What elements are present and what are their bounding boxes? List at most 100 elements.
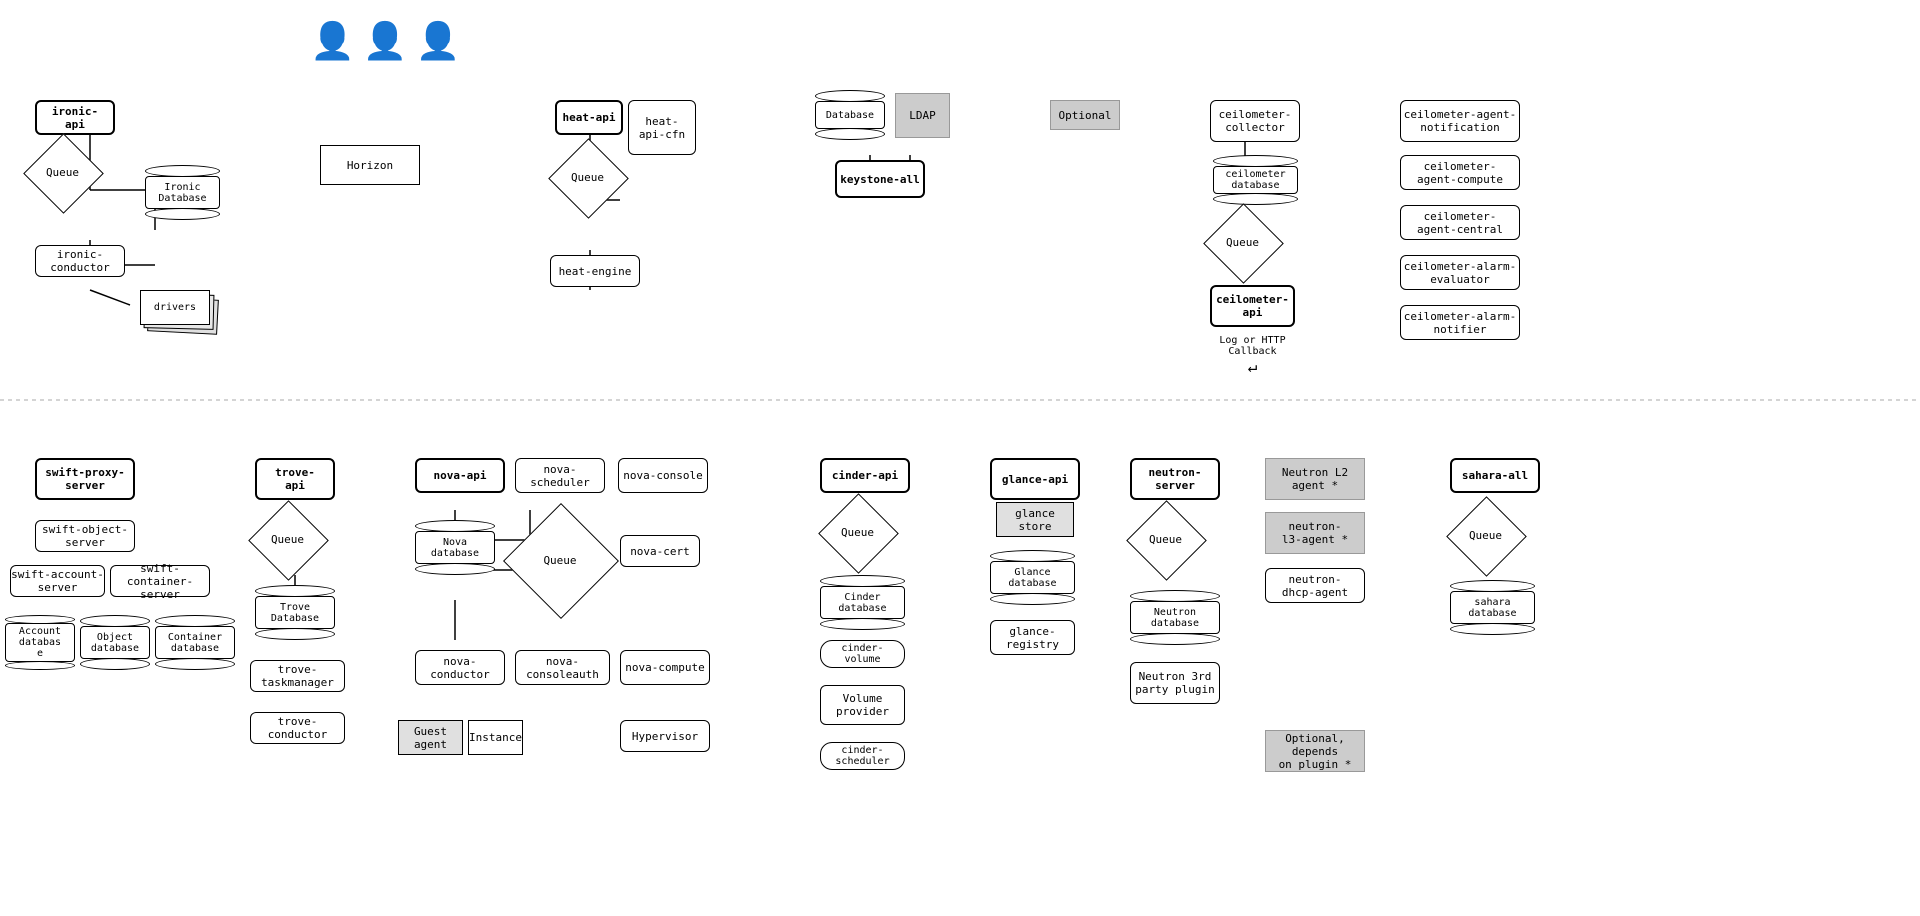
keystone-all-box: keystone-all <box>835 160 925 198</box>
ceilometer-alarm-notifier-label: ceilometer-alarm-notifier <box>1404 310 1517 336</box>
cinder-scheduler-label: cinder-scheduler <box>835 745 889 767</box>
nova-console-label: nova-console <box>623 469 702 482</box>
volume-provider-box: Volumeprovider <box>820 685 905 725</box>
neutron-server-box: neutron-server <box>1130 458 1220 500</box>
nova-api-label: nova-api <box>434 469 487 482</box>
trove-api-label: trove-api <box>275 466 315 492</box>
sahara-database-cylinder: saharadatabase <box>1450 580 1535 635</box>
queue-neutron-label: Queue <box>1149 533 1182 546</box>
queue-sahara-label: Queue <box>1469 529 1502 542</box>
queue-cinder-diamond: Queue <box>830 505 885 560</box>
optional-depends-label: Optional, dependson plugin * <box>1266 732 1364 771</box>
ldap-box: LDAP <box>895 93 950 138</box>
ceilometer-alarm-evaluator-box: ceilometer-alarm-evaluator <box>1400 255 1520 290</box>
ceilometer-agent-notification-label: ceilometer-agent-notification <box>1404 108 1517 134</box>
glance-store-box: glancestore <box>996 502 1074 537</box>
queue-nova-diamond: Queue <box>520 520 600 600</box>
trove-conductor-label: trove-conductor <box>268 715 328 741</box>
volume-provider-label: Volumeprovider <box>836 692 889 718</box>
ldap-label: LDAP <box>909 109 936 122</box>
glance-database-label: Glancedatabase <box>1008 567 1056 589</box>
glance-store-label: glancestore <box>1015 507 1055 533</box>
account-database-label: Accountdatabase <box>19 626 61 659</box>
queue-nova-label: Queue <box>543 554 576 567</box>
neutron-l2-agent-label: Neutron L2agent * <box>1282 466 1348 492</box>
container-database-label: Containerdatabase <box>168 632 222 654</box>
cinder-volume-box: cinder-volume <box>820 640 905 668</box>
neutron-database-cylinder: Neutrondatabase <box>1130 590 1220 645</box>
glance-api-label: glance-api <box>1002 473 1068 486</box>
horizon-label: Horizon <box>347 159 393 172</box>
queue-heat-diamond: Queue <box>560 150 615 205</box>
log-http-callback-label: Log or HTTPCallback ↵ <box>1210 335 1295 376</box>
swift-account-server-box: swift-account-server <box>10 565 105 597</box>
neutron-l3-agent-box: neutron-l3-agent * <box>1265 512 1365 554</box>
ironic-database-cylinder: IronicDatabase <box>145 165 220 220</box>
optional-box: Optional <box>1050 100 1120 130</box>
neutron-l2-agent-box: Neutron L2agent * <box>1265 458 1365 500</box>
queue-sahara-diamond: Queue <box>1458 508 1513 563</box>
ceilometer-api-label: ceilometer-api <box>1216 293 1289 319</box>
glance-registry-label: glance-registry <box>1006 625 1059 651</box>
swift-container-server-label: swift-container-server <box>111 562 209 601</box>
nova-cert-box: nova-cert <box>620 535 700 567</box>
heat-engine-label: heat-engine <box>559 265 632 278</box>
ironic-api-box: ironic-api <box>35 100 115 135</box>
ceilometer-database-cylinder: ceilometerdatabase <box>1213 155 1298 205</box>
cinder-database-label: Cinderdatabase <box>838 592 886 614</box>
ceilometer-alarm-notifier-box: ceilometer-alarm-notifier <box>1400 305 1520 340</box>
ceilometer-alarm-evaluator-label: ceilometer-alarm-evaluator <box>1404 260 1517 286</box>
optional-label: Optional <box>1059 109 1112 122</box>
trove-database-label: TroveDatabase <box>271 602 319 624</box>
cinder-api-box: cinder-api <box>820 458 910 493</box>
queue-ceilometer-diamond: Queue <box>1215 215 1270 270</box>
neutron-l3-agent-label: neutron-l3-agent * <box>1282 520 1348 546</box>
architecture-diagram: 👤👤👤 ironic-api Queue IronicDatabase iron… <box>0 0 1920 916</box>
instance-box: Instance <box>468 720 523 755</box>
nova-console-box: nova-console <box>618 458 708 493</box>
keystone-database-label: Database <box>826 110 874 121</box>
glance-database-cylinder: Glancedatabase <box>990 550 1075 605</box>
nova-scheduler-box: nova-scheduler <box>515 458 605 493</box>
queue-trove-diamond: Queue <box>260 512 315 567</box>
glance-registry-box: glance-registry <box>990 620 1075 655</box>
ceilometer-agent-central-label: ceilometer-agent-central <box>1417 210 1503 236</box>
neutron-dhcp-agent-label: neutron-dhcp-agent <box>1282 573 1348 599</box>
cinder-database-cylinder: Cinderdatabase <box>820 575 905 630</box>
nova-consoleauth-label: nova-consoleauth <box>526 655 599 681</box>
swift-proxy-server-label: swift-proxy-server <box>45 466 124 492</box>
trove-database-cylinder: TroveDatabase <box>255 585 335 640</box>
users-icons: 👤👤👤 <box>310 20 468 62</box>
swift-object-server-box: swift-object-server <box>35 520 135 552</box>
ironic-conductor-label: ironic-conductor <box>50 248 110 274</box>
queue-cinder-label: Queue <box>841 526 874 539</box>
swift-account-server-label: swift-account-server <box>11 568 104 594</box>
queue-trove-label: Queue <box>271 533 304 546</box>
nova-compute-box: nova-compute <box>620 650 710 685</box>
object-database-cylinder: Objectdatabase <box>80 615 150 670</box>
queue-neutron-diamond: Queue <box>1138 512 1193 567</box>
glance-api-box: glance-api <box>990 458 1080 500</box>
heat-api-cfn-box: heat-api-cfn <box>628 100 696 155</box>
queue-ironic-label: Queue <box>46 166 79 179</box>
cinder-api-label: cinder-api <box>832 469 898 482</box>
keystone-all-label: keystone-all <box>840 173 919 186</box>
ironic-api-label: ironic-api <box>52 105 98 131</box>
cinder-scheduler-box: cinder-scheduler <box>820 742 905 770</box>
account-database-cylinder: Accountdatabase <box>5 615 75 670</box>
swift-container-server-box: swift-container-server <box>110 565 210 597</box>
heat-api-label: heat-api <box>563 111 616 124</box>
sahara-all-box: sahara-all <box>1450 458 1540 493</box>
trove-api-box: trove-api <box>255 458 335 500</box>
queue-ironic-diamond: Queue <box>35 145 90 200</box>
nova-conductor-label: nova-conductor <box>430 655 490 681</box>
neutron-3rd-party-label: Neutron 3rdparty plugin <box>1135 670 1214 696</box>
nova-conductor-box: nova-conductor <box>415 650 505 685</box>
drivers-label: drivers <box>154 302 196 313</box>
swift-object-server-label: swift-object-server <box>42 523 128 549</box>
ceilometer-agent-compute-box: ceilometer-agent-compute <box>1400 155 1520 190</box>
ceilometer-agent-notification-box: ceilometer-agent-notification <box>1400 100 1520 142</box>
neutron-dhcp-agent-box: neutron-dhcp-agent <box>1265 568 1365 603</box>
heat-api-box: heat-api <box>555 100 623 135</box>
ironic-conductor-box: ironic-conductor <box>35 245 125 277</box>
